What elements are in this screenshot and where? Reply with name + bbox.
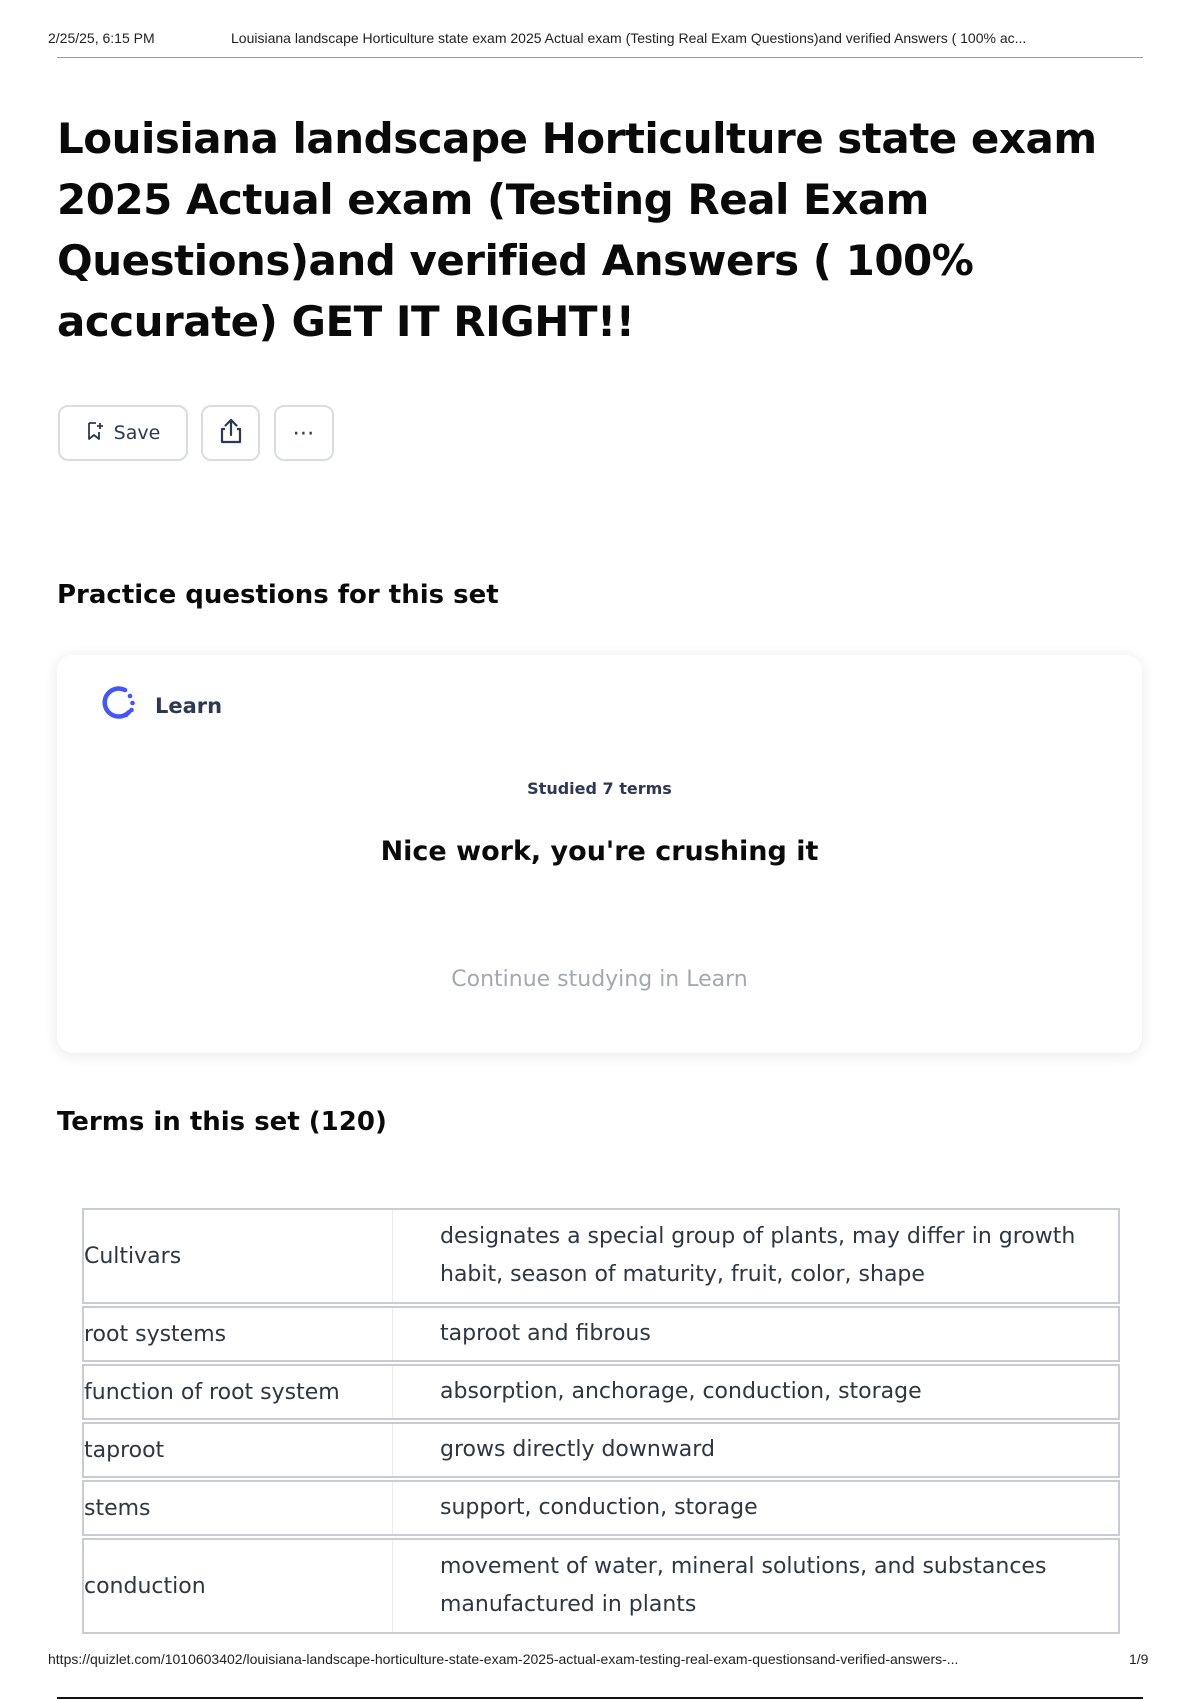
terms-heading: Terms in this set (120): [57, 1107, 387, 1137]
continue-learn-link[interactable]: Continue studying in Learn: [57, 967, 1142, 992]
print-date: 2/25/25, 6:15 PM: [48, 30, 155, 46]
save-label: Save: [113, 422, 161, 444]
learn-icon: [97, 682, 139, 729]
footer-url: https://quizlet.com/1010603402/louisiana…: [48, 1651, 959, 1667]
table-row: taproot grows directly downward: [82, 1422, 1120, 1478]
footer-divider: [57, 1697, 1143, 1699]
definition-cell: grows directly downward: [440, 1437, 715, 1462]
header-divider: [57, 57, 1143, 58]
definition-cell: absorption, anchorage, conduction, stora…: [440, 1379, 922, 1404]
term-cell: taproot: [84, 1424, 393, 1476]
definition-cell: taproot and fibrous: [440, 1321, 651, 1346]
definition-cell: movement of water, mineral solutions, an…: [440, 1554, 1047, 1617]
learn-label: Learn: [155, 693, 223, 718]
term-cell: conduction: [84, 1540, 393, 1632]
table-row: function of root system absorption, anch…: [82, 1364, 1120, 1420]
table-row: stems support, conduction, storage: [82, 1480, 1120, 1536]
bookmark-add-icon: [86, 421, 104, 446]
definition-cell: support, conduction, storage: [440, 1495, 758, 1520]
share-button[interactable]: [201, 405, 260, 461]
table-row: Cultivars designates a special group of …: [82, 1208, 1120, 1304]
studied-count: Studied 7 terms: [527, 779, 672, 798]
definition-cell: designates a special group of plants, ma…: [440, 1224, 1076, 1287]
save-button[interactable]: Save: [58, 405, 188, 461]
progress-message: Nice work, you're crushing it: [380, 836, 819, 867]
term-cell: function of root system: [84, 1366, 393, 1418]
practice-heading: Practice questions for this set: [57, 580, 499, 610]
print-header: 2/25/25, 6:15 PM Louisiana landscape Hor…: [48, 30, 1150, 58]
table-row: conduction movement of water, mineral so…: [82, 1538, 1120, 1634]
share-icon: [218, 417, 244, 450]
print-title: Louisiana landscape Horticulture state e…: [231, 30, 1027, 46]
table-row: root systems taproot and fibrous: [82, 1306, 1120, 1362]
page-number: 1/9: [1129, 1651, 1149, 1667]
term-cell: stems: [84, 1482, 393, 1534]
page-title: Louisiana landscape Horticulture state e…: [57, 114, 1097, 346]
more-button[interactable]: ⋯: [274, 405, 334, 461]
learn-card: Learn Studied 7 terms Nice work, you're …: [57, 655, 1142, 1053]
term-cell: Cultivars: [84, 1210, 393, 1302]
term-cell: root systems: [84, 1308, 393, 1360]
learn-mode-row[interactable]: Learn: [97, 682, 222, 729]
terms-table: Cultivars designates a special group of …: [82, 1208, 1120, 1636]
more-icon: ⋯: [292, 420, 316, 446]
